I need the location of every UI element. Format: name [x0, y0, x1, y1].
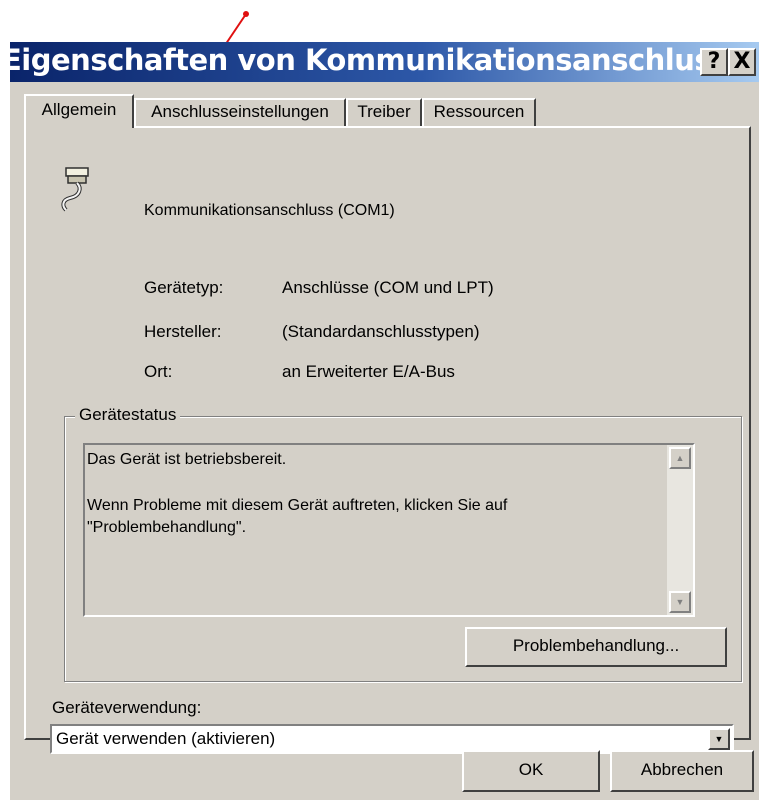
device-name: Kommunikationsanschluss (COM1): [144, 202, 395, 219]
device-status-title: Gerätestatus: [75, 405, 181, 425]
status-line-1: Das Gerät ist betriebsbereit.: [87, 451, 287, 468]
tab-ressourcen[interactable]: Ressourcen: [422, 98, 536, 126]
scroll-up-icon[interactable]: ▲: [669, 447, 691, 469]
tab-allgemein[interactable]: Allgemein: [24, 94, 134, 128]
title-bar: Eigenschaften von Kommunikationsanschlus…: [2, 42, 759, 82]
serial-port-icon: [61, 167, 89, 212]
location-label: Ort:: [144, 362, 173, 381]
manufacturer-label: Hersteller:: [144, 322, 222, 341]
vertical-scrollbar[interactable]: ▲ ▼: [667, 445, 693, 615]
location-value: an Erweiterter E/A-Bus: [282, 362, 455, 381]
chevron-down-icon[interactable]: ▼: [708, 728, 730, 750]
window-title: Eigenschaften von Kommunikationsanschlus…: [2, 43, 759, 77]
device-type-label: Gerätetyp:: [144, 278, 224, 297]
cancel-button[interactable]: Abbrechen: [610, 750, 754, 792]
scroll-down-icon[interactable]: ▼: [669, 591, 691, 613]
properties-dialog: Eigenschaften von Kommunikationsanschlus…: [2, 42, 759, 800]
device-usage-label: Geräteverwendung:: [52, 698, 202, 717]
device-status-textbox[interactable]: Das Gerät ist betriebsbereit. Wenn Probl…: [83, 443, 695, 617]
close-button[interactable]: X: [728, 48, 756, 76]
device-status-group: Gerätestatus Das Gerät ist betriebsberei…: [64, 405, 742, 682]
ok-button[interactable]: OK: [462, 750, 600, 792]
device-type-value: Anschlüsse (COM und LPT): [282, 278, 494, 297]
troubleshoot-button[interactable]: Problembehandlung...: [465, 627, 727, 667]
manufacturer-value: (Standardanschlusstypen): [282, 322, 480, 341]
tab-anschlusseinstellungen[interactable]: Anschlusseinstellungen: [134, 98, 346, 126]
general-tab-panel: Kommunikationsanschluss (COM1) Gerätetyp…: [24, 126, 751, 754]
help-button[interactable]: ?: [700, 48, 728, 76]
status-line-2: Wenn Probleme mit diesem Gerät auftreten…: [87, 497, 508, 536]
tab-treiber[interactable]: Treiber: [346, 98, 422, 126]
device-usage-selected: Gerät verwenden (aktivieren): [56, 729, 276, 748]
